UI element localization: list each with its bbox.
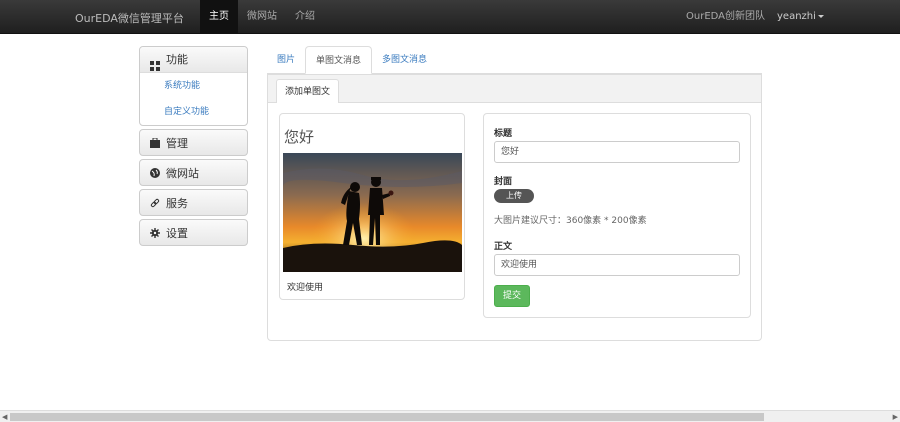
body-label: 正文	[494, 242, 513, 252]
sidebar-item-label: 管理	[166, 136, 188, 150]
sidebar-item-service[interactable]: 服务	[139, 189, 248, 216]
brand-title[interactable]: OurEDA微信管理平台	[75, 10, 184, 26]
main-nav: 主页 微网站 介绍	[200, 0, 324, 34]
preview-body-text: 欢迎使用	[287, 283, 324, 293]
sidebar-group-function: 功能 系统功能 自定义功能	[139, 46, 248, 126]
sidebar-item-label: 设置	[166, 226, 188, 240]
sidebar-item-microsite[interactable]: 微网站	[139, 159, 248, 186]
grid-icon	[150, 55, 160, 71]
briefcase-icon	[150, 137, 160, 148]
nav-microsite[interactable]: 微网站	[238, 0, 286, 34]
message-type-tabs: 图片 单图文消息 多图文消息	[267, 46, 762, 74]
sidebar: 功能 系统功能 自定义功能 管理 微网站 服务 设置	[139, 46, 248, 249]
sidebar-subitem-system[interactable]: 系统功能	[140, 73, 247, 99]
cover-size-hint: 大图片建议尺寸：360像素 * 200像素	[494, 216, 647, 226]
preview-cover-image	[283, 153, 462, 272]
gear-icon	[150, 227, 160, 238]
title-label: 标题	[494, 129, 513, 139]
nav-intro[interactable]: 介绍	[286, 0, 324, 34]
link-icon	[150, 198, 160, 208]
scroll-left-icon[interactable]: ◀	[2, 413, 7, 421]
sidebar-item-settings[interactable]: 设置	[139, 219, 248, 246]
tab-multi-article[interactable]: 多图文消息	[372, 46, 437, 74]
upload-button[interactable]: 上传	[494, 189, 534, 203]
sidebar-item-label: 微网站	[166, 166, 199, 180]
user-menu[interactable]: yeanzhi	[777, 0, 824, 34]
nav-home[interactable]: 主页	[200, 0, 238, 34]
globe-icon	[150, 167, 160, 178]
caret-down-icon	[817, 14, 824, 18]
tab-single-article[interactable]: 单图文消息	[305, 46, 373, 74]
horizontal-scrollbar[interactable]: ◀ ▶	[0, 410, 900, 422]
editor-panel: 添加单图文 您好 欢迎使用 标题 您好 封面 上传 大图片建议尺寸：360像素 …	[267, 74, 762, 341]
article-form: 标题 您好 封面 上传 大图片建议尺寸：360像素 * 200像素 正文 欢迎使…	[483, 113, 751, 318]
sidebar-item-label: 服务	[166, 196, 188, 210]
article-preview-card: 您好 欢迎使用	[279, 113, 465, 300]
title-input[interactable]: 您好	[494, 141, 740, 163]
top-navbar: OurEDA微信管理平台 主页 微网站 介绍 OurEDA创新团队 yeanzh…	[0, 0, 900, 34]
panel-tab-add-single[interactable]: 添加单图文	[276, 79, 340, 103]
scroll-right-icon[interactable]: ▶	[893, 413, 898, 421]
cover-label: 封面	[494, 177, 513, 187]
sidebar-item-manage[interactable]: 管理	[139, 129, 248, 156]
submit-button[interactable]: 提交	[494, 285, 530, 307]
preview-title: 您好	[284, 128, 315, 146]
nav-team[interactable]: OurEDA创新团队	[686, 0, 765, 34]
user-name: yeanzhi	[777, 11, 816, 22]
panel-header: 添加单图文	[268, 75, 761, 103]
tab-image[interactable]: 图片	[267, 46, 305, 74]
sidebar-item-label: 功能	[166, 52, 188, 66]
body-input[interactable]: 欢迎使用	[494, 254, 740, 276]
sidebar-subitem-custom[interactable]: 自定义功能	[140, 99, 247, 125]
sidebar-item-function[interactable]: 功能	[140, 47, 247, 73]
scrollbar-thumb[interactable]	[10, 413, 764, 421]
